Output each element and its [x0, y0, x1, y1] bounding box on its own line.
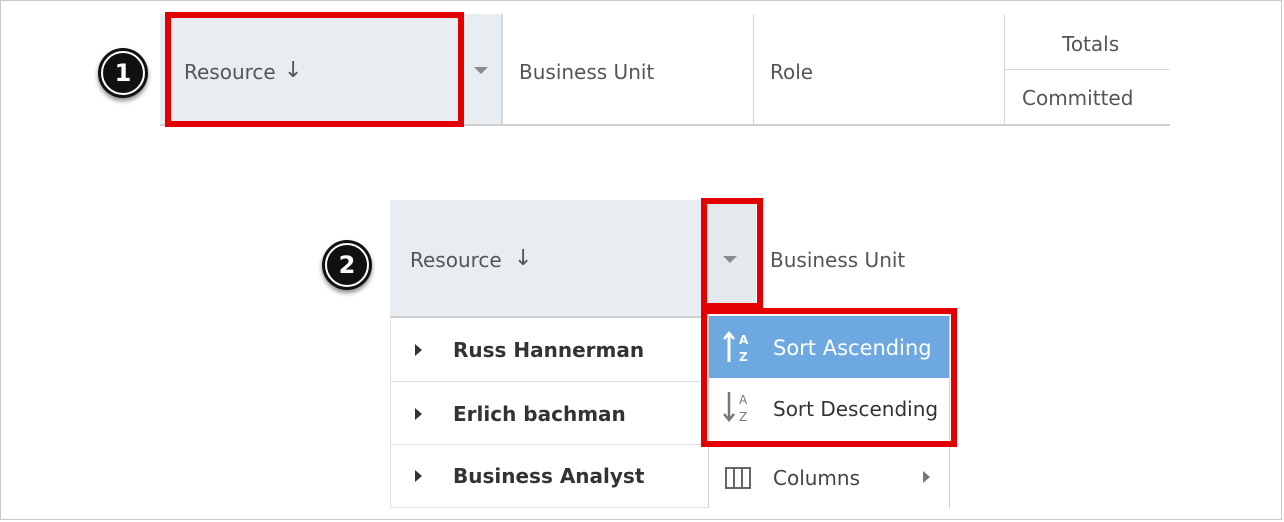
business-unit-column-header[interactable]: Business Unit: [502, 14, 754, 124]
highlight-column-menu-button: [701, 198, 763, 309]
columns-menu-item[interactable]: Columns: [709, 446, 949, 508]
committed-header-label: Committed: [1022, 86, 1134, 110]
business-unit-header-label-2: Business Unit: [770, 248, 906, 272]
columns-icon: [725, 467, 751, 489]
role-column-header[interactable]: Role: [754, 14, 1005, 124]
step-2-badge: 2: [322, 240, 372, 290]
totals-group-header: Totals: [1005, 14, 1170, 70]
highlight-resource-header: [165, 12, 464, 127]
resource-column-header-2[interactable]: Resource ↓: [390, 200, 708, 318]
caret-down-icon: [474, 67, 488, 74]
expand-arrow-icon[interactable]: [415, 344, 422, 356]
resource-column-menu-button[interactable]: [462, 14, 502, 124]
resource-header-label-2: Resource: [410, 248, 502, 272]
highlight-sort-options: [701, 308, 957, 447]
expand-arrow-icon[interactable]: [415, 408, 422, 420]
business-unit-column-header-2[interactable]: Business Unit: [756, 200, 956, 304]
submenu-arrow-icon: [923, 471, 930, 483]
row-label: Erlich bachman: [453, 402, 626, 426]
business-unit-header-label: Business Unit: [519, 60, 655, 84]
sort-down-arrow-icon-2: ↓: [514, 246, 533, 271]
totals-header-label: Totals: [1062, 32, 1120, 56]
expand-arrow-icon[interactable]: [415, 470, 422, 482]
committed-column-header[interactable]: Committed: [1005, 70, 1170, 124]
table-row[interactable]: Business Analyst: [390, 445, 708, 508]
step-1-badge: 1: [98, 48, 148, 98]
columns-label: Columns: [773, 466, 861, 490]
row-label: Business Analyst: [453, 464, 645, 488]
table-row[interactable]: Erlich bachman: [390, 382, 708, 445]
row-label: Russ Hannerman: [453, 338, 645, 362]
table-row[interactable]: Russ Hannerman: [390, 318, 708, 382]
role-header-label: Role: [770, 60, 814, 84]
